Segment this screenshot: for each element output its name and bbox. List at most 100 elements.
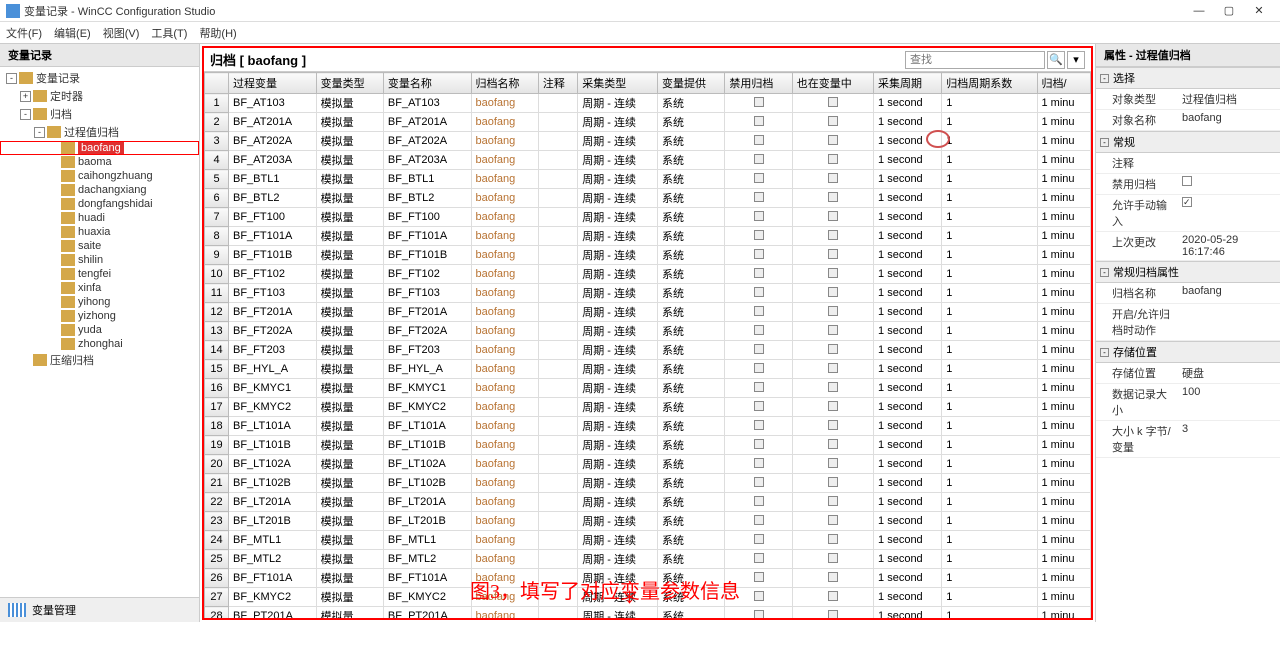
table-row[interactable]: 20BF_LT102A模拟量BF_LT102Abaofang周期 - 连续系统1… bbox=[205, 455, 1091, 474]
table-row[interactable]: 19BF_LT101B模拟量BF_LT101Bbaofang周期 - 连续系统1… bbox=[205, 436, 1091, 455]
tree-item-saite[interactable]: saite bbox=[0, 239, 199, 253]
prop-row[interactable]: 开启/允许归档时动作 bbox=[1096, 304, 1280, 341]
menu-edit[interactable]: 编辑(E) bbox=[54, 25, 91, 41]
col-header[interactable]: 变量提供 bbox=[658, 73, 725, 94]
tree-item-yizhong[interactable]: yizhong bbox=[0, 309, 199, 323]
maximize-button[interactable]: ▢ bbox=[1214, 1, 1244, 21]
prop-row[interactable]: 允许手动输入 bbox=[1096, 195, 1280, 232]
table-row[interactable]: 24BF_MTL1模拟量BF_MTL1baofang周期 - 连续系统1 sec… bbox=[205, 531, 1091, 550]
col-header[interactable]: 过程变量 bbox=[229, 73, 317, 94]
tree-item-caihongzhuang[interactable]: caihongzhuang bbox=[0, 169, 199, 183]
search-input[interactable] bbox=[905, 51, 1045, 69]
prop-row[interactable]: 禁用归档 bbox=[1096, 174, 1280, 195]
prop-group[interactable]: -存储位置 bbox=[1096, 341, 1280, 363]
bottom-tab[interactable]: 变量管理 bbox=[0, 597, 199, 622]
table-row[interactable]: 6BF_BTL2模拟量BF_BTL2baofang周期 - 连续系统1 seco… bbox=[205, 189, 1091, 208]
table-row[interactable]: 4BF_AT203A模拟量BF_AT203Abaofang周期 - 连续系统1 … bbox=[205, 151, 1091, 170]
tree-item-变量记录[interactable]: -变量记录 bbox=[0, 69, 199, 87]
app-title: 变量记录 - WinCC Configuration Studio bbox=[24, 3, 1184, 19]
prop-group[interactable]: -常规 bbox=[1096, 131, 1280, 153]
tree-item-压缩归档[interactable]: 压缩归档 bbox=[0, 351, 199, 369]
tree-item-xinfa[interactable]: xinfa bbox=[0, 281, 199, 295]
col-header[interactable]: 也在变量中 bbox=[792, 73, 873, 94]
menu-file[interactable]: 文件(F) bbox=[6, 25, 42, 41]
table-row[interactable]: 23BF_LT201B模拟量BF_LT201Bbaofang周期 - 连续系统1… bbox=[205, 512, 1091, 531]
col-header[interactable]: 归档周期系数 bbox=[942, 73, 1037, 94]
data-grid[interactable]: 过程变量变量类型变量名称归档名称注释采集类型变量提供禁用归档也在变量中采集周期归… bbox=[204, 72, 1091, 618]
tree-item-yihong[interactable]: yihong bbox=[0, 295, 199, 309]
prop-row[interactable]: 归档名称baofang bbox=[1096, 283, 1280, 304]
archive-title: 归档 [ baofang ] bbox=[210, 50, 306, 69]
col-header[interactable]: 采集类型 bbox=[578, 73, 658, 94]
prop-row[interactable]: 注释 bbox=[1096, 153, 1280, 174]
menu-help[interactable]: 帮助(H) bbox=[199, 25, 236, 41]
tree-item-定时器[interactable]: +定时器 bbox=[0, 87, 199, 105]
close-button[interactable]: ✕ bbox=[1244, 1, 1274, 21]
left-panel: 变量记录 -变量记录+定时器-归档-过程值归档baofangbaomacaiho… bbox=[0, 44, 200, 622]
table-row[interactable]: 13BF_FT202A模拟量BF_FT202Abaofang周期 - 连续系统1… bbox=[205, 322, 1091, 341]
table-row[interactable]: 11BF_FT103模拟量BF_FT103baofang周期 - 连续系统1 s… bbox=[205, 284, 1091, 303]
menu-tools[interactable]: 工具(T) bbox=[151, 25, 187, 41]
table-row[interactable]: 5BF_BTL1模拟量BF_BTL1baofang周期 - 连续系统1 seco… bbox=[205, 170, 1091, 189]
col-header[interactable]: 归档名称 bbox=[471, 73, 538, 94]
tree-item-baofang[interactable]: baofang bbox=[0, 141, 199, 155]
col-header[interactable]: 变量名称 bbox=[383, 73, 471, 94]
table-row[interactable]: 18BF_LT101A模拟量BF_LT101Abaofang周期 - 连续系统1… bbox=[205, 417, 1091, 436]
tree-item-过程值归档[interactable]: -过程值归档 bbox=[0, 123, 199, 141]
prop-row[interactable]: 上次更改2020-05-29 16:17:46 bbox=[1096, 232, 1280, 261]
search-button[interactable]: 🔍 bbox=[1047, 51, 1065, 69]
tree-item-dongfangshidai[interactable]: dongfangshidai bbox=[0, 197, 199, 211]
tree-item-baoma[interactable]: baoma bbox=[0, 155, 199, 169]
table-row[interactable]: 28BF_PT201A模拟量BF_PT201Abaofang周期 - 连续系统1… bbox=[205, 607, 1091, 619]
table-row[interactable]: 21BF_LT102B模拟量BF_LT102Bbaofang周期 - 连续系统1… bbox=[205, 474, 1091, 493]
col-header[interactable]: 归档/ bbox=[1037, 73, 1091, 94]
tree-item-huadi[interactable]: huadi bbox=[0, 211, 199, 225]
table-row[interactable]: 17BF_KMYC2模拟量BF_KMYC2baofang周期 - 连续系统1 s… bbox=[205, 398, 1091, 417]
search-dropdown[interactable]: ▾ bbox=[1067, 51, 1085, 69]
table-row[interactable]: 22BF_LT201A模拟量BF_LT201Abaofang周期 - 连续系统1… bbox=[205, 493, 1091, 512]
annotation-text: 图3，填写了对应变量参数信息 bbox=[470, 575, 740, 604]
tree-item-yuda[interactable]: yuda bbox=[0, 323, 199, 337]
col-header[interactable]: 注释 bbox=[538, 73, 577, 94]
table-row[interactable]: 14BF_FT203模拟量BF_FT203baofang周期 - 连续系统1 s… bbox=[205, 341, 1091, 360]
app-icon bbox=[6, 4, 20, 18]
menubar: 文件(F) 编辑(E) 视图(V) 工具(T) 帮助(H) bbox=[0, 22, 1280, 44]
tree-item-shilin[interactable]: shilin bbox=[0, 253, 199, 267]
table-row[interactable]: 9BF_FT101B模拟量BF_FT101Bbaofang周期 - 连续系统1 … bbox=[205, 246, 1091, 265]
prop-row[interactable]: 对象名称baofang bbox=[1096, 110, 1280, 131]
table-row[interactable]: 10BF_FT102模拟量BF_FT102baofang周期 - 连续系统1 s… bbox=[205, 265, 1091, 284]
table-row[interactable]: 12BF_FT201A模拟量BF_FT201Abaofang周期 - 连续系统1… bbox=[205, 303, 1091, 322]
tree-item-dachangxiang[interactable]: dachangxiang bbox=[0, 183, 199, 197]
prop-row[interactable]: 大小 k 字节/变量3 bbox=[1096, 421, 1280, 458]
table-row[interactable]: 7BF_FT100模拟量BF_FT100baofang周期 - 连续系统1 se… bbox=[205, 208, 1091, 227]
properties-panel: 属性 - 过程值归档 -选择对象类型过程值归档对象名称baofang-常规注释禁… bbox=[1095, 44, 1280, 622]
prop-group[interactable]: -选择 bbox=[1096, 67, 1280, 89]
table-row[interactable]: 8BF_FT101A模拟量BF_FT101Abaofang周期 - 连续系统1 … bbox=[205, 227, 1091, 246]
table-row[interactable]: 1BF_AT103模拟量BF_AT103baofang周期 - 连续系统1 se… bbox=[205, 94, 1091, 113]
col-header[interactable]: 采集周期 bbox=[874, 73, 942, 94]
menu-view[interactable]: 视图(V) bbox=[103, 25, 140, 41]
minimize-button[interactable]: — bbox=[1184, 1, 1214, 21]
tree-item-tengfei[interactable]: tengfei bbox=[0, 267, 199, 281]
prop-group[interactable]: -常规归档属性 bbox=[1096, 261, 1280, 283]
table-row[interactable]: 15BF_HYL_A模拟量BF_HYL_Abaofang周期 - 连续系统1 s… bbox=[205, 360, 1091, 379]
tree-item-归档[interactable]: -归档 bbox=[0, 105, 199, 123]
titlebar: 变量记录 - WinCC Configuration Studio — ▢ ✕ bbox=[0, 0, 1280, 22]
prop-row[interactable]: 存储位置硬盘 bbox=[1096, 363, 1280, 384]
col-header[interactable]: 变量类型 bbox=[316, 73, 383, 94]
bottom-tab-label: 变量管理 bbox=[32, 602, 76, 618]
table-row[interactable]: 16BF_KMYC1模拟量BF_KMYC1baofang周期 - 连续系统1 s… bbox=[205, 379, 1091, 398]
col-header[interactable]: 禁用归档 bbox=[725, 73, 792, 94]
nav-tree: -变量记录+定时器-归档-过程值归档baofangbaomacaihongzhu… bbox=[0, 67, 199, 597]
prop-row[interactable]: 数据记录大小100 bbox=[1096, 384, 1280, 421]
center-panel: 归档 [ baofang ] 🔍 ▾ 过程变量变量类型变量名称归档名称注释采集类… bbox=[202, 46, 1093, 620]
center-header: 归档 [ baofang ] 🔍 ▾ bbox=[204, 48, 1091, 72]
table-row[interactable]: 25BF_MTL2模拟量BF_MTL2baofang周期 - 连续系统1 sec… bbox=[205, 550, 1091, 569]
properties-header: 属性 - 过程值归档 bbox=[1096, 44, 1280, 67]
table-row[interactable]: 3BF_AT202A模拟量BF_AT202Abaofang周期 - 连续系统1 … bbox=[205, 132, 1091, 151]
tree-item-huaxia[interactable]: huaxia bbox=[0, 225, 199, 239]
prop-row[interactable]: 对象类型过程值归档 bbox=[1096, 89, 1280, 110]
tree-item-zhonghai[interactable]: zhonghai bbox=[0, 337, 199, 351]
tag-mgmt-icon bbox=[8, 603, 26, 617]
table-row[interactable]: 2BF_AT201A模拟量BF_AT201Abaofang周期 - 连续系统1 … bbox=[205, 113, 1091, 132]
